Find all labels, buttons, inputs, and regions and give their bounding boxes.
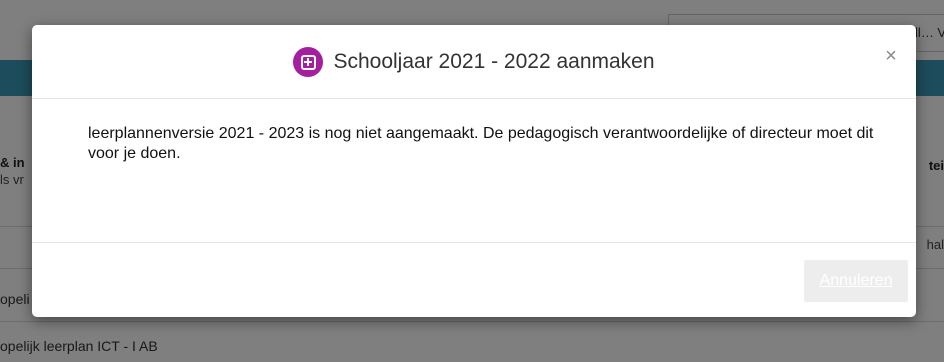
close-button[interactable]: × xyxy=(880,45,902,67)
create-schoolyear-modal: Schooljaar 2021 - 2022 aanmaken × leerpl… xyxy=(32,25,916,317)
cancel-button[interactable]: Annuleren xyxy=(804,260,908,302)
modal-message: leerplannenversie 2021 - 2023 is nog nie… xyxy=(88,125,874,162)
modal-header: Schooljaar 2021 - 2022 aanmaken × xyxy=(32,25,916,99)
plus-square-icon xyxy=(293,47,324,77)
modal-footer: Annuleren xyxy=(32,244,916,317)
modal-body: leerplannenversie 2021 - 2023 is nog nie… xyxy=(32,100,916,243)
modal-title: Schooljaar 2021 - 2022 aanmaken xyxy=(333,50,655,73)
modal-title-wrap: Schooljaar 2021 - 2022 aanmaken xyxy=(32,25,916,99)
